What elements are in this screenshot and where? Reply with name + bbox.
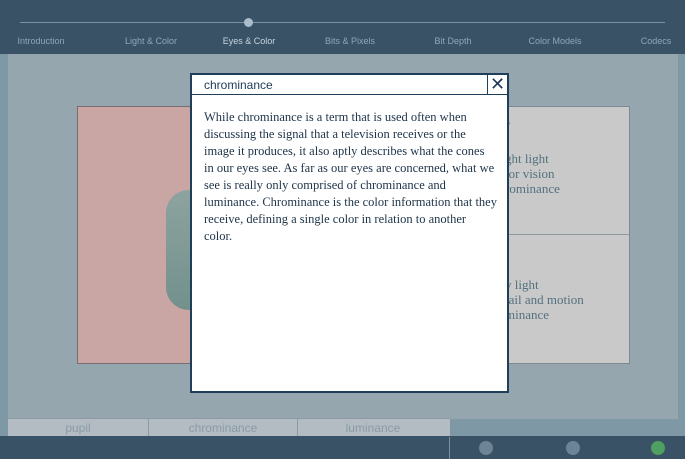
pause-icon[interactable] [566,441,580,455]
dialog-body-text: While chrominance is a term that is used… [204,110,497,243]
nav-progress-line [20,22,665,23]
info-panel: s ght light lor vision rominance v light… [492,106,630,364]
nav-item-color-models[interactable]: Color Models [528,36,581,46]
info-top-line: rominance [505,181,560,196]
footer-divider [449,437,450,459]
nav-item-light-color[interactable]: Light & Color [125,36,177,46]
nav-item-bit-depth[interactable]: Bit Depth [434,36,471,46]
definition-dialog: chrominance ✕ While chrominance is a ter… [190,73,509,393]
nav-current-marker [244,18,253,27]
term-tab-bar: pupil chrominance luminance [8,418,450,437]
tab-luminance[interactable]: luminance [298,419,448,437]
footer-bar [0,436,685,459]
play-icon[interactable] [651,441,665,455]
cone-illustration [166,190,192,310]
info-bottom-line: tail and motion [505,292,584,307]
nav-item-eyes-color[interactable]: Eyes & Color [223,36,276,46]
nav-item-bits-pixels[interactable]: Bits & Pixels [325,36,375,46]
tab-chrominance[interactable]: chrominance [149,419,298,437]
info-top-line: ght light [505,151,549,166]
nav-item-codecs[interactable]: Codecs [641,36,672,46]
top-navigation: Introduction Light & Color Eyes & Color … [0,0,685,54]
info-bottom-line: minance [505,307,550,322]
info-bottom-line: v light [505,277,539,292]
dialog-title: chrominance [192,75,487,95]
close-icon[interactable]: ✕ [487,75,507,95]
nav-item-introduction[interactable]: Introduction [17,36,64,46]
info-divider [493,234,629,235]
info-top-line: lor vision [505,166,555,181]
back-icon[interactable] [479,441,493,455]
tab-pupil[interactable]: pupil [8,419,149,437]
